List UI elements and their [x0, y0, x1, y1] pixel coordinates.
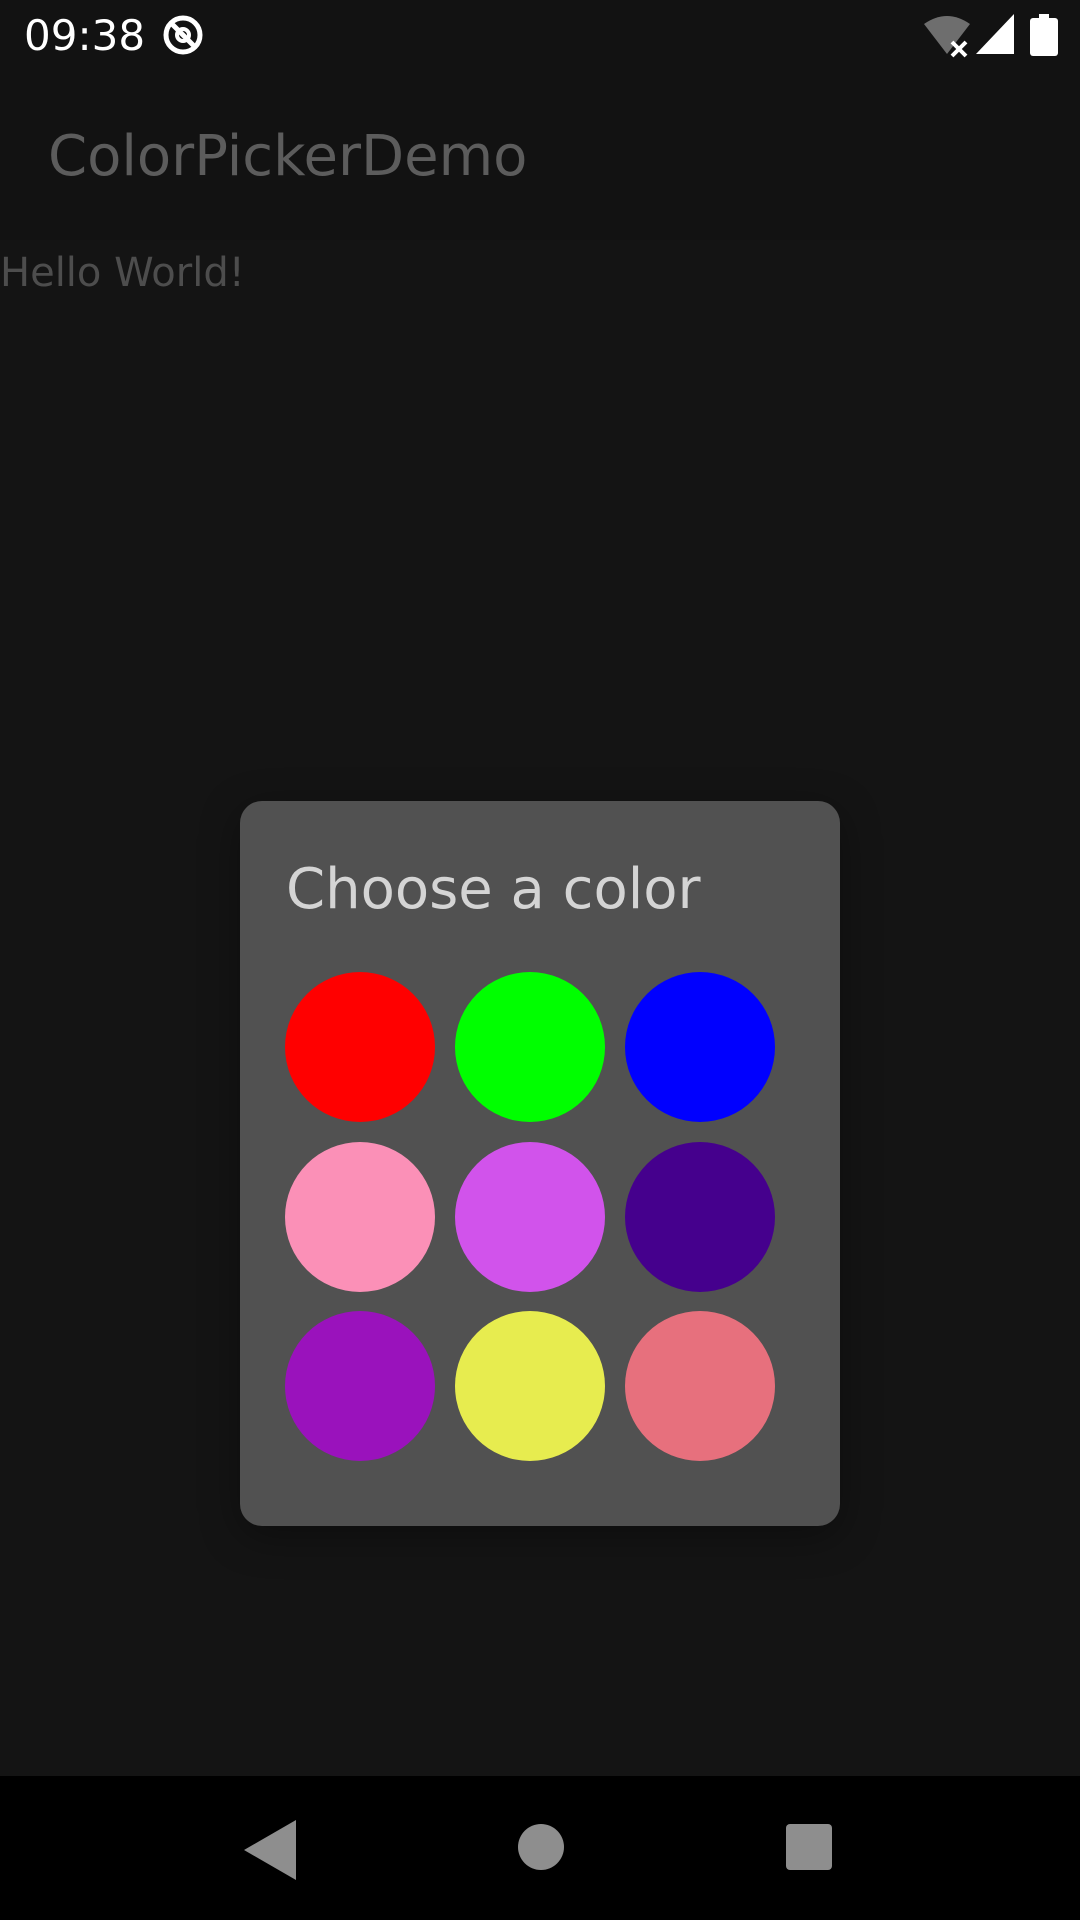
dialog-title: Choose a color	[286, 857, 701, 922]
back-icon[interactable]	[240, 1820, 296, 1880]
color-swatch-green[interactable]	[455, 972, 605, 1122]
color-swatch-indigo[interactable]	[625, 1142, 775, 1292]
color-swatch-yellow[interactable]	[455, 1311, 605, 1461]
app-bar: ColorPickerDemo	[0, 72, 1080, 240]
color-swatch-red[interactable]	[285, 972, 435, 1122]
main-content: Hello World! Choose a color	[0, 240, 1080, 1776]
color-swatch-orchid[interactable]	[455, 1142, 605, 1292]
hello-world-text: Hello World!	[0, 250, 245, 296]
color-picker-dialog: Choose a color	[240, 801, 840, 1526]
screen: 09:38 ColorPickerDemo Hello World! Choos…	[0, 0, 1080, 1920]
battery-icon	[1030, 14, 1058, 56]
recents-icon[interactable]	[786, 1824, 832, 1870]
status-time: 09:38	[24, 11, 146, 60]
navigation-bar	[0, 1776, 1080, 1920]
wifi-off-icon	[924, 16, 970, 58]
color-swatch-pink[interactable]	[285, 1142, 435, 1292]
color-swatch-salmon[interactable]	[625, 1311, 775, 1461]
home-icon[interactable]	[518, 1824, 564, 1870]
status-bar: 09:38	[0, 0, 1080, 72]
color-swatch-blue[interactable]	[625, 972, 775, 1122]
color-swatch-purple[interactable]	[285, 1311, 435, 1461]
do-not-disturb-icon	[163, 15, 203, 55]
app-title: ColorPickerDemo	[48, 124, 528, 189]
cell-signal-icon	[976, 14, 1014, 54]
